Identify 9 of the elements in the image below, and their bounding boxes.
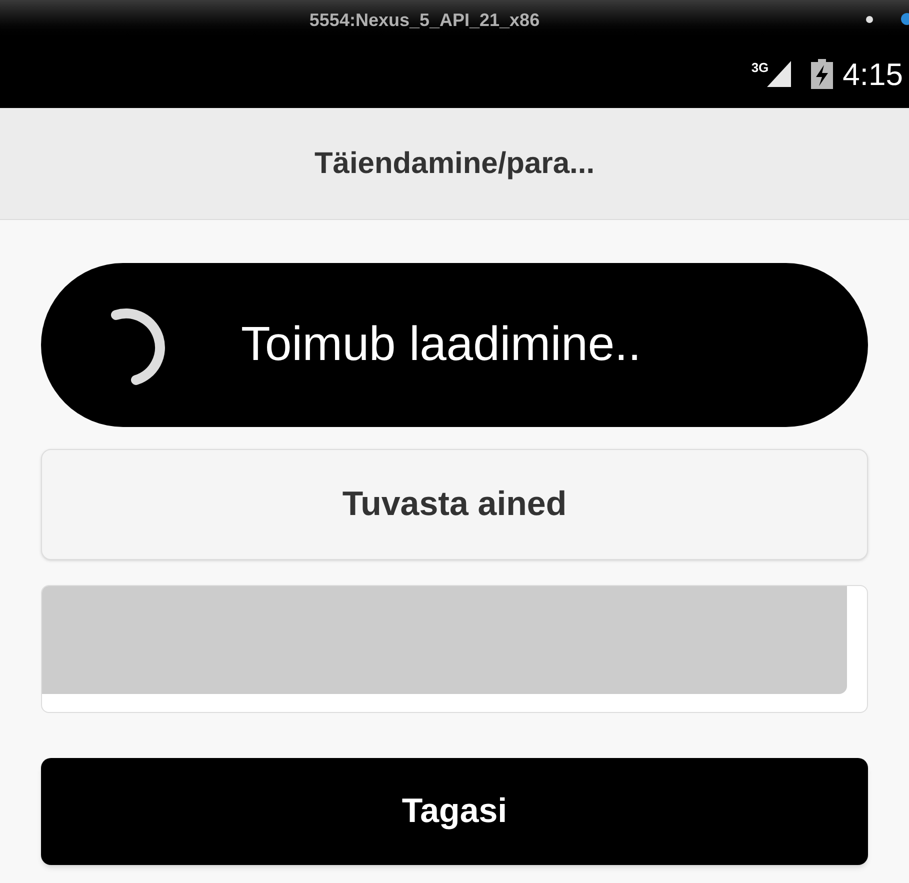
battery-icon bbox=[810, 59, 833, 89]
header-title: Täiendamine/para... bbox=[314, 146, 595, 182]
loading-message: Toimub laadimine.. bbox=[241, 317, 642, 373]
clock-time: 4:15 bbox=[842, 58, 903, 90]
network-label: 3G bbox=[751, 61, 769, 74]
back-button[interactable]: Tagasi bbox=[41, 758, 868, 865]
detect-button[interactable]: Tuvasta ained bbox=[41, 449, 868, 560]
emulator-title: 5554:Nexus_5_API_21_x86 bbox=[309, 8, 540, 32]
signal-icon bbox=[766, 61, 791, 87]
